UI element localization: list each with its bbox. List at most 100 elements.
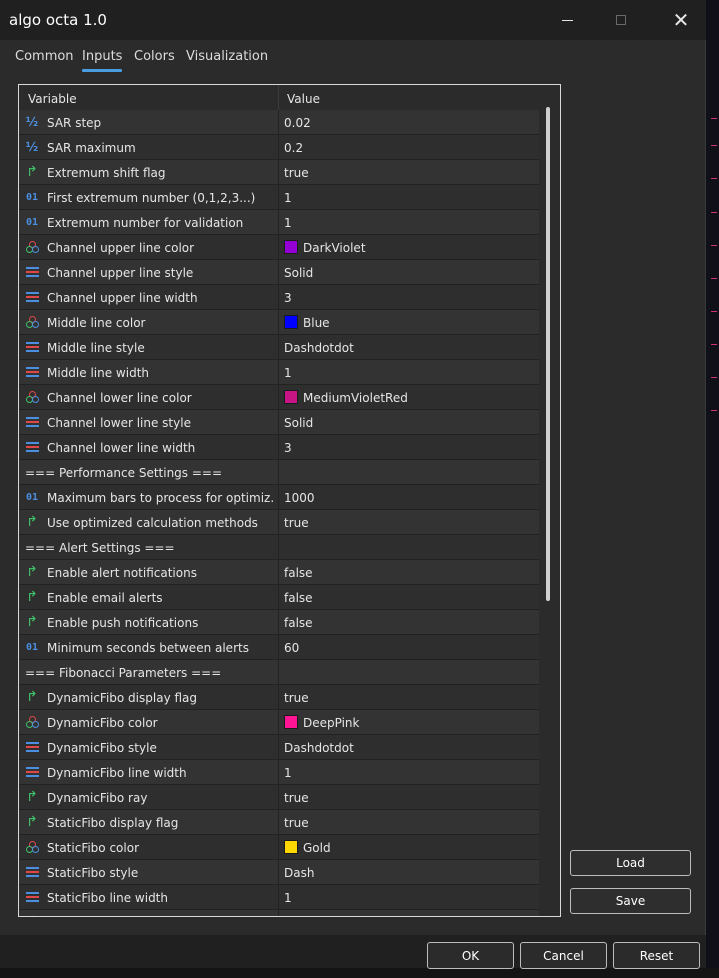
table-row[interactable]: Channel upper line color DarkViolet bbox=[19, 235, 539, 260]
variable-value[interactable]: true bbox=[284, 516, 309, 530]
vertical-scrollbar[interactable] bbox=[546, 107, 550, 601]
table-row[interactable]: Middle line style Dashdotdot bbox=[19, 335, 539, 360]
bool-arrow-icon: ↱ bbox=[26, 789, 38, 805]
color-swatch[interactable] bbox=[284, 240, 298, 254]
table-row[interactable]: ↱ Use optimized calculation methods true bbox=[19, 510, 539, 535]
variable-name: Channel upper line color bbox=[47, 241, 195, 255]
bool-arrow-icon: ↱ bbox=[26, 614, 38, 630]
variable-value[interactable]: 3 bbox=[284, 291, 292, 305]
variable-value[interactable]: Blue bbox=[303, 316, 330, 330]
color-swatch[interactable] bbox=[284, 315, 298, 329]
table-row[interactable]: DynamicFibo style Dashdotdot bbox=[19, 735, 539, 760]
variable-value[interactable]: true bbox=[284, 816, 309, 830]
table-row[interactable]: StaticFibo line width 1 bbox=[19, 885, 539, 910]
color-circles-icon bbox=[24, 714, 40, 730]
line-style-icon bbox=[24, 439, 40, 455]
tab-inputs[interactable]: Inputs bbox=[82, 49, 123, 72]
table-row[interactable]: ↱ DynamicFibo display flag true bbox=[19, 685, 539, 710]
table-row[interactable]: ↱ Enable email alerts false bbox=[19, 585, 539, 610]
table-row[interactable]: DynamicFibo color DeepPink bbox=[19, 710, 539, 735]
table-row[interactable]: ½ SAR step 0.02 bbox=[19, 110, 539, 135]
variable-value[interactable]: true bbox=[284, 691, 309, 705]
table-row[interactable]: DynamicFibo line width 1 bbox=[19, 760, 539, 785]
variable-value[interactable]: 1 bbox=[284, 191, 292, 205]
variable-value[interactable]: 3 bbox=[284, 441, 292, 455]
table-row[interactable]: ↱ Enable push notifications false bbox=[19, 610, 539, 635]
variable-value[interactable]: 1 bbox=[284, 891, 292, 905]
variable-value[interactable]: 1000 bbox=[284, 491, 315, 505]
variable-value[interactable]: Dashdotdot bbox=[284, 741, 354, 755]
table-row[interactable]: Channel upper line width 3 bbox=[19, 285, 539, 310]
cancel-button[interactable]: Cancel bbox=[520, 942, 607, 969]
close-button[interactable]: ✕ bbox=[658, 0, 704, 40]
section-title: === Fibonacci Parameters === bbox=[25, 666, 222, 680]
tab-common[interactable]: Common bbox=[15, 49, 74, 64]
variable-value[interactable]: 60 bbox=[284, 641, 299, 655]
variable-value[interactable]: 0.02 bbox=[284, 116, 311, 130]
tab-visualization[interactable]: Visualization bbox=[186, 49, 268, 64]
variable-value[interactable]: false bbox=[284, 591, 313, 605]
table-row[interactable]: Middle line width 1 bbox=[19, 360, 539, 385]
variable-value[interactable]: true bbox=[284, 791, 309, 805]
table-row[interactable]: ↱ Extremum shift flag true bbox=[19, 160, 539, 185]
grid-header: Variable Value bbox=[19, 85, 560, 111]
section-header-row[interactable]: === Alert Settings === bbox=[19, 535, 539, 560]
tab-colors[interactable]: Colors bbox=[134, 49, 175, 64]
variable-value[interactable]: Dashdotdot bbox=[284, 341, 354, 355]
bool-arrow-icon: ↱ bbox=[26, 564, 38, 580]
variable-name: Channel lower line width bbox=[47, 441, 196, 455]
table-row[interactable]: 01 First extremum number (0,1,2,3...) 1 bbox=[19, 185, 539, 210]
variable-value[interactable]: true bbox=[284, 166, 309, 180]
load-button[interactable]: Load bbox=[570, 850, 691, 876]
color-swatch[interactable] bbox=[284, 715, 298, 729]
variable-value[interactable]: Gold bbox=[303, 841, 331, 855]
table-row[interactable]: Channel lower line width 3 bbox=[19, 435, 539, 460]
section-header-row[interactable]: === Performance Settings === bbox=[19, 460, 539, 485]
variable-value[interactable]: 0.2 bbox=[284, 141, 303, 155]
integer-icon: 01 bbox=[25, 216, 39, 228]
color-circles-icon bbox=[24, 839, 40, 855]
chart-mark bbox=[711, 311, 717, 312]
variable-value[interactable]: 1 bbox=[284, 766, 292, 780]
table-row[interactable]: 01 Extremum number for validation 1 bbox=[19, 210, 539, 235]
variable-value[interactable]: DeepPink bbox=[303, 716, 359, 730]
table-row[interactable]: Channel lower line color MediumVioletRed bbox=[19, 385, 539, 410]
variable-value[interactable]: false bbox=[284, 566, 313, 580]
table-row[interactable]: ↱ bbox=[19, 910, 539, 916]
variable-name: Enable alert notifications bbox=[47, 566, 197, 580]
color-swatch[interactable] bbox=[284, 390, 298, 404]
table-row[interactable]: Channel upper line style Solid bbox=[19, 260, 539, 285]
table-row[interactable]: Middle line color Blue bbox=[19, 310, 539, 335]
variable-value[interactable]: 1 bbox=[284, 216, 292, 230]
table-row[interactable]: 01 Minimum seconds between alerts 60 bbox=[19, 635, 539, 660]
variable-value[interactable]: Solid bbox=[284, 416, 313, 430]
section-header-row[interactable]: === Fibonacci Parameters === bbox=[19, 660, 539, 685]
variable-value[interactable]: 1 bbox=[284, 366, 292, 380]
ok-button[interactable]: OK bbox=[427, 942, 514, 969]
table-row[interactable]: ↱ StaticFibo display flag true bbox=[19, 810, 539, 835]
chart-mark bbox=[711, 344, 717, 345]
variable-value[interactable]: Dash bbox=[284, 866, 314, 880]
table-row[interactable]: ↱ DynamicFibo ray true bbox=[19, 785, 539, 810]
variable-value[interactable]: DarkViolet bbox=[303, 241, 366, 255]
bool-arrow-icon: ↱ bbox=[26, 689, 38, 705]
variable-value[interactable]: false bbox=[284, 616, 313, 630]
variable-value[interactable]: MediumVioletRed bbox=[303, 391, 408, 405]
table-row[interactable]: StaticFibo color Gold bbox=[19, 835, 539, 860]
table-row[interactable]: 01 Maximum bars to process for optimiz...… bbox=[19, 485, 539, 510]
column-header-value[interactable]: Value bbox=[287, 92, 320, 106]
title-bar[interactable]: algo octa 1.0 ✕ bbox=[0, 0, 706, 40]
minimize-button[interactable] bbox=[544, 0, 590, 40]
table-row[interactable]: ½ SAR maximum 0.2 bbox=[19, 135, 539, 160]
column-header-variable[interactable]: Variable bbox=[28, 92, 77, 106]
variable-name: DynamicFibo line width bbox=[47, 766, 187, 780]
table-row[interactable]: StaticFibo style Dash bbox=[19, 860, 539, 885]
table-row[interactable]: Channel lower line style Solid bbox=[19, 410, 539, 435]
variable-value[interactable]: Solid bbox=[284, 266, 313, 280]
table-row[interactable]: ↱ Enable alert notifications false bbox=[19, 560, 539, 585]
save-button[interactable]: Save bbox=[570, 888, 691, 914]
bool-arrow-icon: ↱ bbox=[26, 589, 38, 605]
variable-name: Channel upper line style bbox=[47, 266, 194, 280]
reset-button[interactable]: Reset bbox=[613, 942, 700, 969]
color-swatch[interactable] bbox=[284, 840, 298, 854]
